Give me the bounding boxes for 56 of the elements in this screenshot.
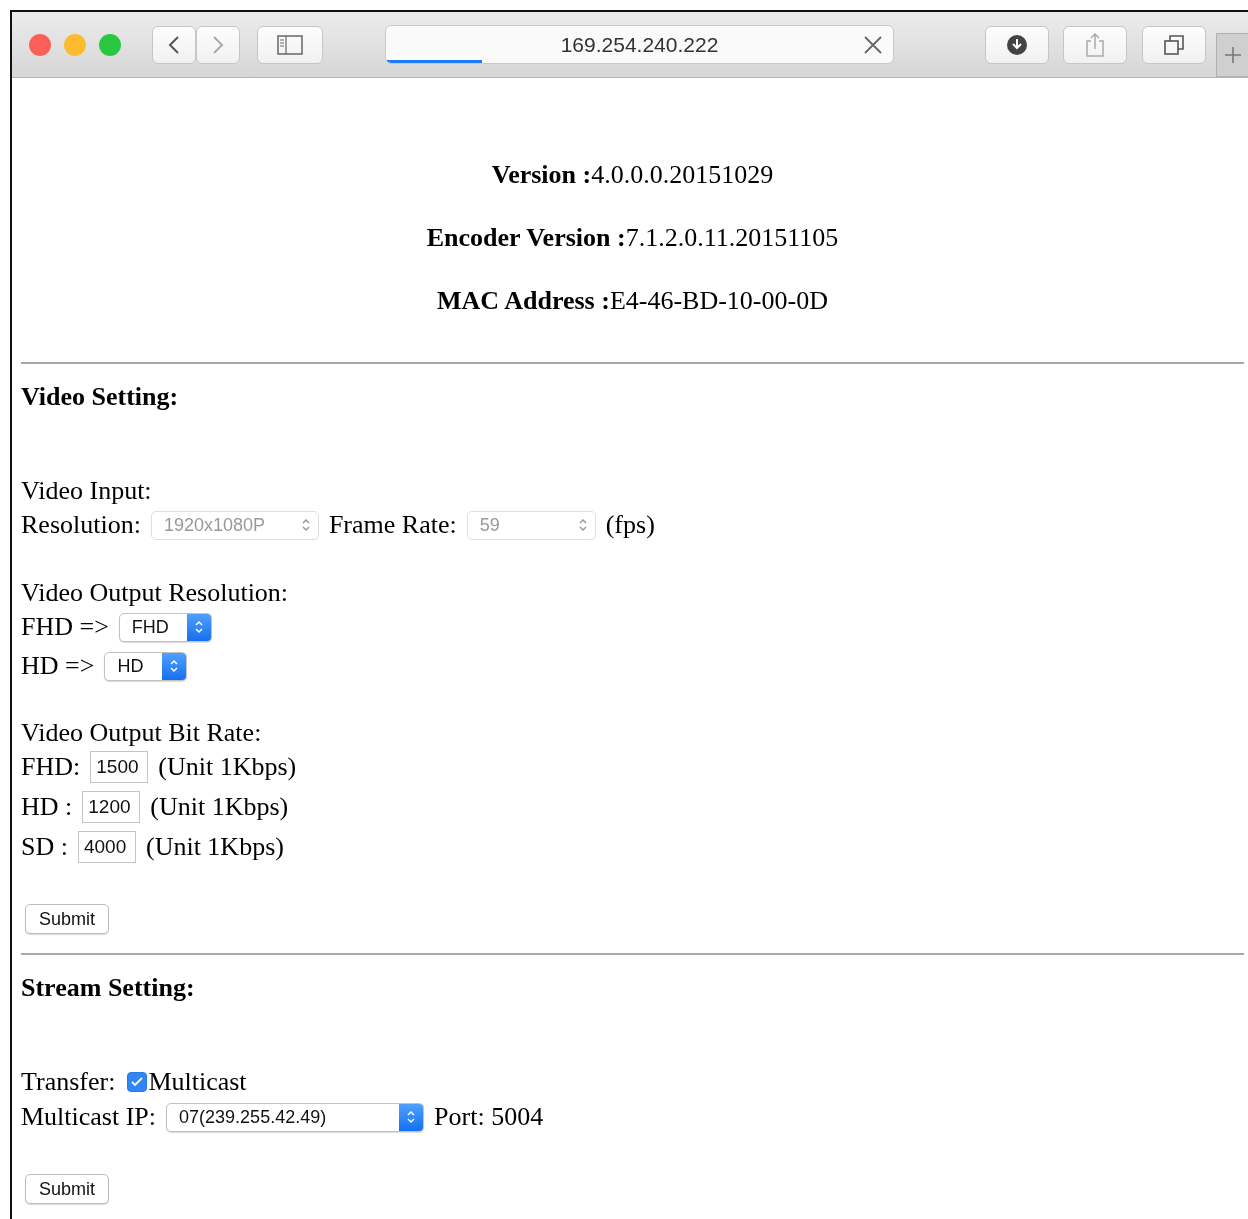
download-icon <box>1006 33 1028 56</box>
submit-button[interactable]: Submit <box>25 904 110 934</box>
chevron-icon <box>577 517 588 533</box>
unit-label: (Unit 1Kbps) <box>150 792 289 822</box>
close-window-icon[interactable] <box>29 33 51 56</box>
checkmark-icon <box>131 1077 144 1087</box>
checkbox-label: Multicast <box>148 1067 247 1097</box>
chevron-icon <box>169 658 180 674</box>
bit-rate-input[interactable]: 4000 <box>77 831 136 863</box>
bit-rate-input[interactable]: 1500 <box>90 751 149 783</box>
zoom-icon[interactable] <box>99 33 121 56</box>
resolution-dropdown[interactable]: HD <box>104 651 188 681</box>
field-label: Frame Rate: <box>328 510 457 540</box>
chevron-left-icon <box>168 34 180 55</box>
back-button[interactable] <box>152 25 196 64</box>
group-heading: Video Input: <box>21 476 152 506</box>
port-text: Port: 5004 <box>434 1102 544 1132</box>
info-line: MAC Address :E4-46-BD-10-00-0D <box>436 285 829 317</box>
field-label: HD : <box>21 792 73 822</box>
info-line: Encoder Version :7.1.2.0.11.20151105 <box>425 222 840 254</box>
tabs-icon <box>1163 33 1185 56</box>
new-tab-button[interactable] <box>1216 33 1248 77</box>
field-label: FHD => <box>21 612 109 642</box>
sidebar-button[interactable] <box>257 25 323 64</box>
field-label: Transfer: <box>21 1067 116 1097</box>
section-title: Stream Setting: <box>21 973 195 1003</box>
address-bar[interactable]: 169.254.240.222 <box>385 25 894 64</box>
close-icon[interactable] <box>863 35 883 55</box>
field-label: FHD: <box>21 752 81 782</box>
bit-rate-input[interactable]: 1200 <box>82 791 141 823</box>
share-icon <box>1085 31 1105 58</box>
download-button[interactable] <box>985 25 1049 64</box>
resolution-dropdown[interactable]: FHD <box>118 612 212 642</box>
unit-label: (fps) <box>605 510 655 540</box>
chevron-icon <box>300 517 311 533</box>
url-text: 169.254.240.222 <box>560 32 719 57</box>
field-label: Resolution: <box>21 510 141 540</box>
sidebar-icon <box>277 34 303 55</box>
share-button[interactable] <box>1063 25 1127 64</box>
multicast-checkbox[interactable] <box>127 1072 148 1092</box>
info-line: Version :4.0.0.0.20151029 <box>490 159 775 191</box>
multicast-ip-dropdown[interactable]: 07(239.255.42.49) <box>166 1102 425 1132</box>
unit-label: (Unit 1Kbps) <box>158 752 297 782</box>
group-heading: Video Output Resolution: <box>21 578 289 608</box>
chevron-right-icon <box>212 34 224 55</box>
chevron-icon <box>406 1109 417 1125</box>
field-label: SD : <box>21 832 68 862</box>
section-title: Video Setting: <box>21 382 179 412</box>
group-heading: Video Output Bit Rate: <box>21 718 262 748</box>
chevron-icon <box>193 619 204 635</box>
tabs-button[interactable] <box>1142 25 1206 64</box>
submit-button[interactable]: Submit <box>25 1174 110 1204</box>
plus-icon <box>1222 45 1243 65</box>
unit-label: (Unit 1Kbps) <box>145 832 284 862</box>
field-label: Multicast IP: <box>21 1102 157 1132</box>
field-label: HD => <box>21 651 95 681</box>
